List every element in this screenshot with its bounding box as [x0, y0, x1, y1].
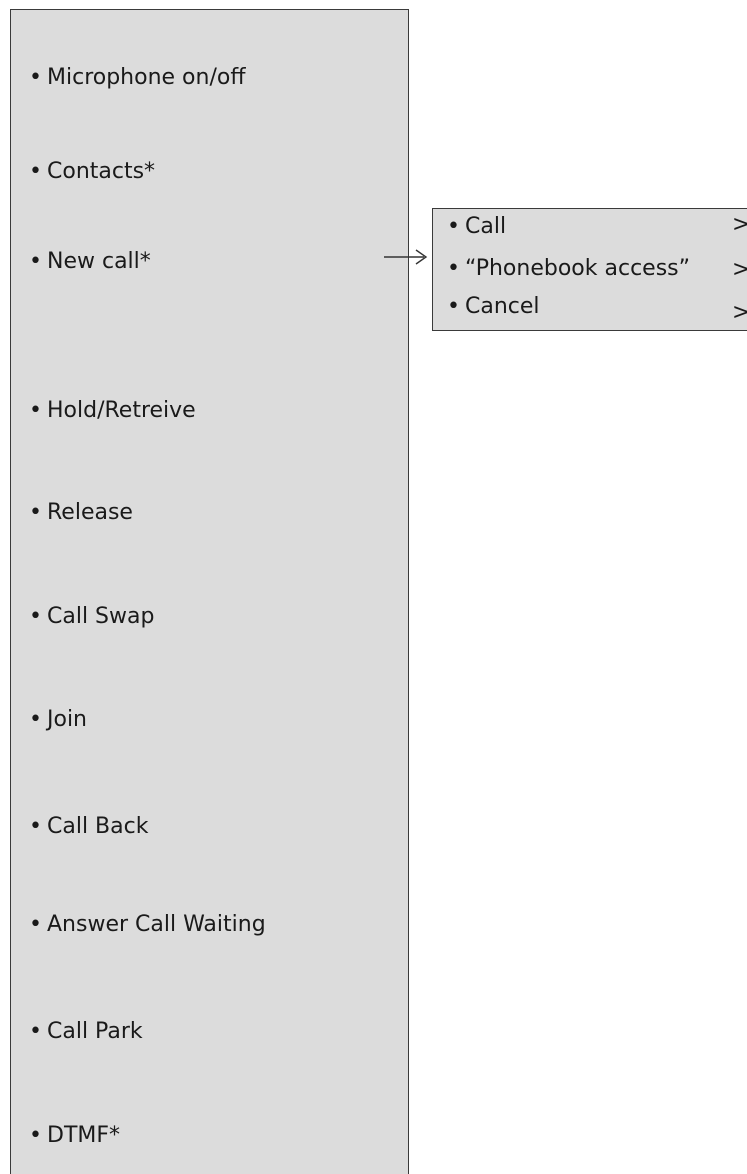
bullet-icon: • — [29, 398, 42, 423]
bullet-icon: • — [29, 707, 42, 732]
submenu-item-label: “Phonebook access” — [465, 256, 691, 281]
bullet-icon: • — [447, 214, 460, 239]
menu-item-label: Release — [47, 500, 133, 525]
menu-item-hold-retreive[interactable]: • Hold/Retreive — [29, 397, 196, 425]
menu-item-new-call[interactable]: • New call* — [29, 248, 151, 276]
main-menu-panel: • Microphone on/off • Contacts* • New call*… — [10, 9, 409, 1174]
submenu-item-call[interactable]: • Call — [447, 213, 506, 241]
menu-item-label: New call* — [47, 249, 151, 274]
menu-item-call-swap[interactable]: • Call Swap — [29, 603, 154, 631]
bullet-icon: • — [447, 256, 460, 281]
submenu-item-label: Call — [465, 214, 507, 239]
bullet-icon: • — [29, 814, 42, 839]
menu-item-dtmf[interactable]: • DTMF* — [29, 1122, 120, 1150]
bullet-icon: • — [29, 65, 42, 90]
menu-item-answer-call-waiting[interactable]: • Answer Call Waiting — [29, 911, 266, 939]
menu-item-label: Call Park — [47, 1019, 143, 1044]
menu-item-join[interactable]: • Join — [29, 706, 87, 734]
submenu-item-cancel[interactable]: • Cancel — [447, 293, 540, 321]
menu-item-call-back[interactable]: • Call Back — [29, 813, 148, 841]
menu-item-label: Hold/Retreive — [47, 398, 196, 423]
menu-item-label: Answer Call Waiting — [47, 912, 266, 937]
bullet-icon: • — [29, 1019, 42, 1044]
bullet-icon: • — [29, 249, 42, 274]
menu-item-label: Call Swap — [47, 604, 155, 629]
bullet-icon: • — [29, 159, 42, 184]
submenu-item-label: Cancel — [465, 294, 540, 319]
menu-item-contacts[interactable]: • Contacts* — [29, 158, 155, 186]
bullet-icon: • — [29, 604, 42, 629]
bullet-icon: • — [447, 294, 460, 319]
chevron-right-icon: > — [732, 300, 747, 325]
menu-item-label: Microphone on/off — [47, 65, 246, 90]
chevron-right-icon: > — [732, 257, 747, 282]
chevron-right-icon: > — [732, 212, 747, 237]
new-call-submenu: • Call > • “Phonebook access” > • Cancel > — [432, 208, 747, 331]
bullet-icon: • — [29, 1123, 42, 1148]
bullet-icon: • — [29, 912, 42, 937]
submenu-arrow-icon — [384, 249, 428, 265]
menu-item-label: Join — [47, 707, 88, 732]
menu-item-label: Call Back — [47, 814, 149, 839]
menu-item-call-park[interactable]: • Call Park — [29, 1018, 143, 1046]
menu-item-label: Contacts* — [47, 159, 156, 184]
menu-item-release[interactable]: • Release — [29, 499, 133, 527]
submenu-item-phonebook-access[interactable]: • “Phonebook access” — [447, 255, 690, 283]
menu-item-label: DTMF* — [47, 1123, 121, 1148]
bullet-icon: • — [29, 500, 42, 525]
menu-item-microphone[interactable]: • Microphone on/off — [29, 64, 245, 92]
